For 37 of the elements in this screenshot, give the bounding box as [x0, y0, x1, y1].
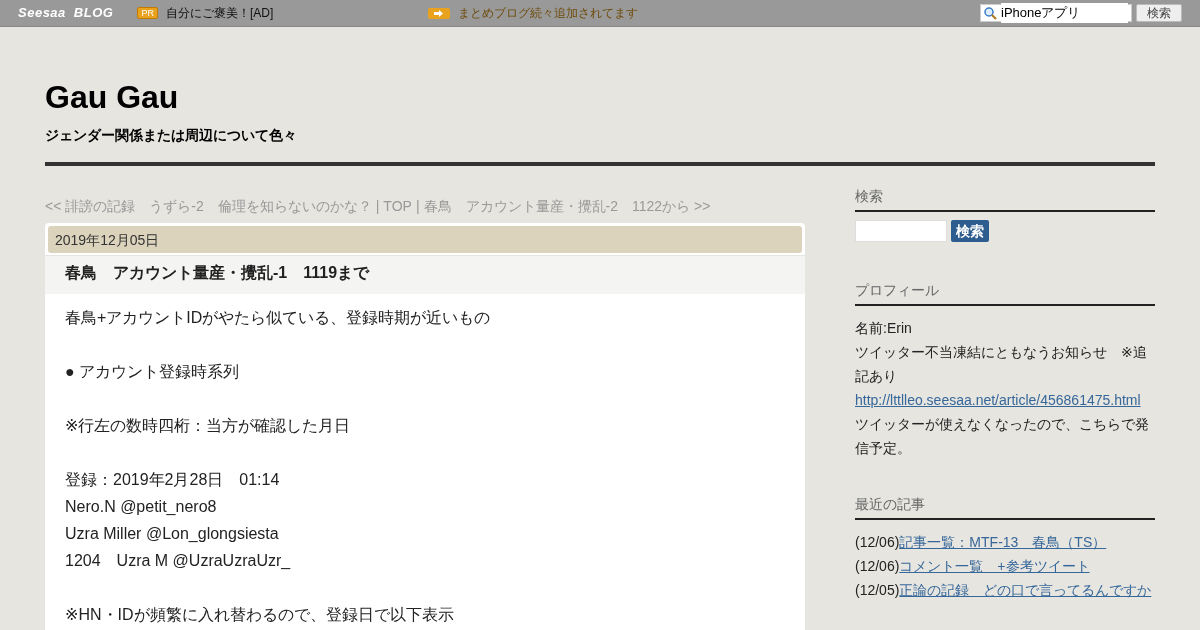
- search-icon: [984, 6, 997, 20]
- blog-title[interactable]: Gau Gau: [45, 73, 1155, 121]
- post-date: 2019年12月05日: [48, 226, 802, 253]
- search-field[interactable]: [855, 220, 947, 242]
- recent-post-link[interactable]: 正論の記録 どの口で言ってるんですか: [899, 582, 1152, 598]
- recent-post-link[interactable]: 記事一覧：MTF-13 春鳥（TS）: [899, 534, 1107, 550]
- post-title: 春鳥 アカウント量産・攪乱-1 1119まで: [45, 255, 805, 294]
- profile-name: 名前:Erin: [855, 319, 913, 338]
- body-text: Uzra Miller @Lon_glongsiesta: [65, 524, 280, 544]
- notice-link[interactable]: まとめブログ続々追加されてます: [458, 4, 639, 22]
- section-heading: 最近の記事: [855, 494, 1155, 520]
- body-text: 春鳥+アカウントIDがやたら似ている、登録時期が近いもの: [65, 308, 492, 328]
- search-button[interactable]: 検索: [951, 220, 989, 242]
- body-text: Nero.N @petit_nero8: [65, 497, 218, 517]
- post-date: (12/05): [855, 582, 900, 598]
- body-text: 1204 Uzra M @UzraUzraUzr_: [65, 551, 292, 571]
- section-heading: 検索: [855, 186, 1155, 212]
- search-field[interactable]: iPhoneアプリ: [980, 4, 1132, 22]
- pr-badge: PR: [137, 7, 158, 19]
- separator: |: [415, 197, 420, 216]
- section-heading: プロフィール: [855, 280, 1155, 306]
- profile-link[interactable]: http://lttlleo.seesaa.net/article/456861475.html: [855, 392, 1141, 408]
- body-text: ※HN・IDが頻繁に入れ替わるので、登録日で以下表示: [65, 605, 455, 625]
- search-button[interactable]: 検索: [1136, 4, 1182, 22]
- logo-suffix[interactable]: BLOG: [73, 3, 114, 23]
- body-text: ● アカウント登録時系列: [65, 362, 241, 382]
- ad-link[interactable]: 自分にご褒美！[AD]: [165, 4, 274, 22]
- body-text: 登録：2019年2月28日 01:14: [65, 470, 281, 490]
- post-date: (12/06): [855, 558, 900, 574]
- body-text: ※行左の数時四桁：当方が確認した月日: [65, 416, 352, 436]
- profile-text: ツイッターが使えなくなったので、こちらで発信予定。: [855, 415, 1150, 458]
- recent-post-link[interactable]: コメント一覧 +参考ツイート: [899, 558, 1090, 574]
- profile-text: ツイッター不当凍結にともなうお知らせ ※追記あり: [855, 343, 1148, 386]
- blog-subtitle: ジェンダー関係または周辺について色々: [45, 126, 298, 145]
- logo[interactable]: Seesaa: [18, 3, 66, 23]
- post-date: (12/06): [855, 534, 900, 550]
- separator: |: [375, 197, 380, 216]
